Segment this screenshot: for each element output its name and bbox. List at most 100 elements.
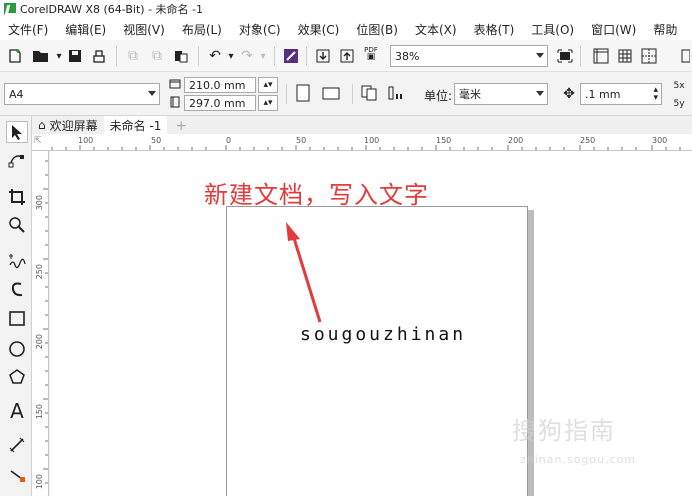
paper-size-select[interactable]: A4 [4, 83, 160, 105]
paste-icon[interactable] [172, 47, 190, 65]
ellipse-tool-icon[interactable] [6, 338, 28, 360]
paper-size-value: A4 [9, 87, 24, 101]
new-document-icon[interactable] [6, 47, 24, 65]
units-select[interactable]: 毫米 [454, 83, 548, 105]
artistic-media-tool-icon[interactable] [6, 278, 28, 300]
toolbar-separator [198, 46, 199, 66]
menu-effects[interactable]: 效果(C) [290, 21, 349, 38]
tab-welcome-screen[interactable]: ⌂ 欢迎屏幕 [32, 116, 104, 134]
zoom-level-select[interactable]: 38% [390, 45, 548, 67]
tab-document-label: 未命名 -1 [109, 118, 162, 133]
toolbox: A [0, 116, 32, 496]
nudge-distance-value: .1 mm [585, 87, 621, 101]
units-value: 毫米 [459, 88, 481, 101]
toolbar-separator [116, 46, 117, 66]
landscape-icon[interactable] [322, 84, 340, 102]
menu-object[interactable]: 对象(C) [231, 21, 290, 38]
menu-tools[interactable]: 工具(O) [523, 21, 583, 38]
coreldraw-logo-icon [4, 3, 16, 15]
polygon-tool-icon[interactable] [6, 366, 28, 388]
menu-file[interactable]: 文件(F) [0, 21, 57, 38]
show-grid-icon[interactable] [616, 47, 634, 65]
units-label: 单位: [424, 89, 453, 103]
full-screen-preview-icon[interactable] [556, 47, 574, 65]
page-height-field[interactable]: 297.0 mm [184, 95, 256, 111]
page-width-icon [168, 77, 182, 91]
freehand-tool-icon[interactable] [6, 250, 28, 272]
property-bar: A4 210.0 mm 297.0 mm ▴▾ ▴▾ 单位: 毫米 ✥ .1 m… [0, 72, 692, 116]
cut-icon[interactable]: ⧉ [124, 47, 142, 65]
shape-tool-icon[interactable] [6, 149, 28, 171]
ruler-ticks [51, 145, 681, 150]
save-icon[interactable] [66, 47, 84, 65]
search-content-icon[interactable] [282, 47, 300, 65]
watermark-text: 搜狗指南 [512, 417, 616, 445]
export-icon[interactable] [338, 47, 356, 65]
show-rulers-icon[interactable] [592, 47, 610, 65]
duplicate-x-icon[interactable]: 5x [670, 77, 688, 95]
window-title: CorelDRAW X8 (64-Bit) - 未命名 -1 [20, 3, 204, 16]
width-spin-icon[interactable]: ▴▾ [258, 77, 278, 93]
toolbar-separator [352, 84, 353, 104]
connector-tool-icon[interactable] [6, 464, 28, 486]
duplicate-y-icon[interactable]: 5y [670, 95, 688, 113]
current-page-icon[interactable] [386, 84, 404, 102]
crop-tool-icon[interactable] [6, 186, 28, 208]
title-bar: CorelDRAW X8 (64-Bit) - 未命名 -1 [0, 0, 692, 18]
menu-bitmaps[interactable]: 位图(B) [348, 21, 407, 38]
chevron-down-icon [148, 91, 156, 96]
publish-pdf-icon[interactable]: PDF ▣ [362, 45, 380, 63]
toolbar-separator [306, 46, 307, 66]
all-pages-icon[interactable] [360, 84, 378, 102]
home-icon: ⌂ [38, 118, 46, 132]
toolbar-separator [580, 46, 581, 66]
toolbar-separator [286, 84, 287, 104]
zoom-level-value: 38% [395, 49, 420, 63]
launch-icon[interactable] [676, 47, 692, 65]
tab-untitled-document[interactable]: 未命名 -1 [103, 116, 168, 134]
ruler-ticks [43, 160, 48, 484]
watermark-url: zhinan.sogou.com [520, 453, 637, 466]
nudge-spin-icon[interactable]: ▴ ▾ [653, 86, 658, 103]
print-icon[interactable] [90, 47, 108, 65]
page-width-field[interactable]: 210.0 mm [184, 77, 256, 93]
duplicate-x-label: 5x [673, 81, 685, 91]
toolbar-separator [274, 46, 275, 66]
vertical-ruler[interactable]: 300 250 200 150 100 [32, 151, 49, 496]
open-folder-icon[interactable] [32, 47, 50, 65]
standard-toolbar: ▾ ⧉ ⧉ ↶ ▾ ↷ ▾ PDF ▣ 38% [0, 40, 692, 72]
page-height-value: 297.0 mm [189, 96, 246, 110]
tab-welcome-label: 欢迎屏幕 [49, 118, 98, 133]
chevron-down-icon [536, 91, 544, 96]
horizontal-ruler[interactable]: ⇱ 100 50 0 50 100 150 200 250 300 [32, 134, 692, 151]
menu-bar: 文件(F) 编辑(E) 视图(V) 布局(L) 对象(C) 效果(C) 位图(B… [0, 18, 692, 40]
menu-layout[interactable]: 布局(L) [174, 21, 231, 38]
menu-text[interactable]: 文本(X) [407, 21, 466, 38]
pick-tool-icon[interactable] [6, 121, 28, 143]
nudge-icon: ✥ [563, 86, 575, 102]
portrait-icon[interactable] [294, 84, 312, 102]
zoom-tool-icon[interactable] [6, 214, 28, 236]
import-icon[interactable] [314, 47, 332, 65]
page-width-value: 210.0 mm [189, 78, 246, 92]
menu-edit[interactable]: 编辑(E) [57, 21, 115, 38]
redo-dropdown-icon[interactable]: ▾ [254, 47, 272, 65]
drawing-canvas[interactable]: 新建文档，写入文字 sougouzhinan 搜狗指南 zhinan.sogou… [50, 151, 692, 496]
duplicate-y-label: 5y [673, 99, 685, 109]
text-tool-icon[interactable]: A [6, 399, 28, 423]
page-height-icon [168, 95, 182, 109]
parallel-dimension-tool-icon[interactable] [6, 434, 28, 456]
menu-view[interactable]: 视图(V) [115, 21, 174, 38]
document-tab-bar: ⌂ 欢迎屏幕 未命名 -1 + [32, 116, 692, 134]
page-text-object[interactable]: sougouzhinan [300, 324, 466, 345]
nudge-distance-field[interactable]: .1 mm ▴ ▾ [580, 83, 662, 105]
menu-window[interactable]: 窗口(W) [583, 21, 645, 38]
rectangle-tool-icon[interactable] [6, 308, 28, 330]
menu-table[interactable]: 表格(T) [466, 21, 524, 38]
show-guidelines-icon[interactable] [640, 47, 658, 65]
copy-icon[interactable]: ⧉ [148, 47, 166, 65]
menu-help[interactable]: 帮助 [645, 21, 686, 38]
chevron-down-icon [536, 53, 544, 58]
new-tab-button[interactable]: + [167, 118, 195, 134]
height-spin-icon[interactable]: ▴▾ [258, 95, 278, 111]
